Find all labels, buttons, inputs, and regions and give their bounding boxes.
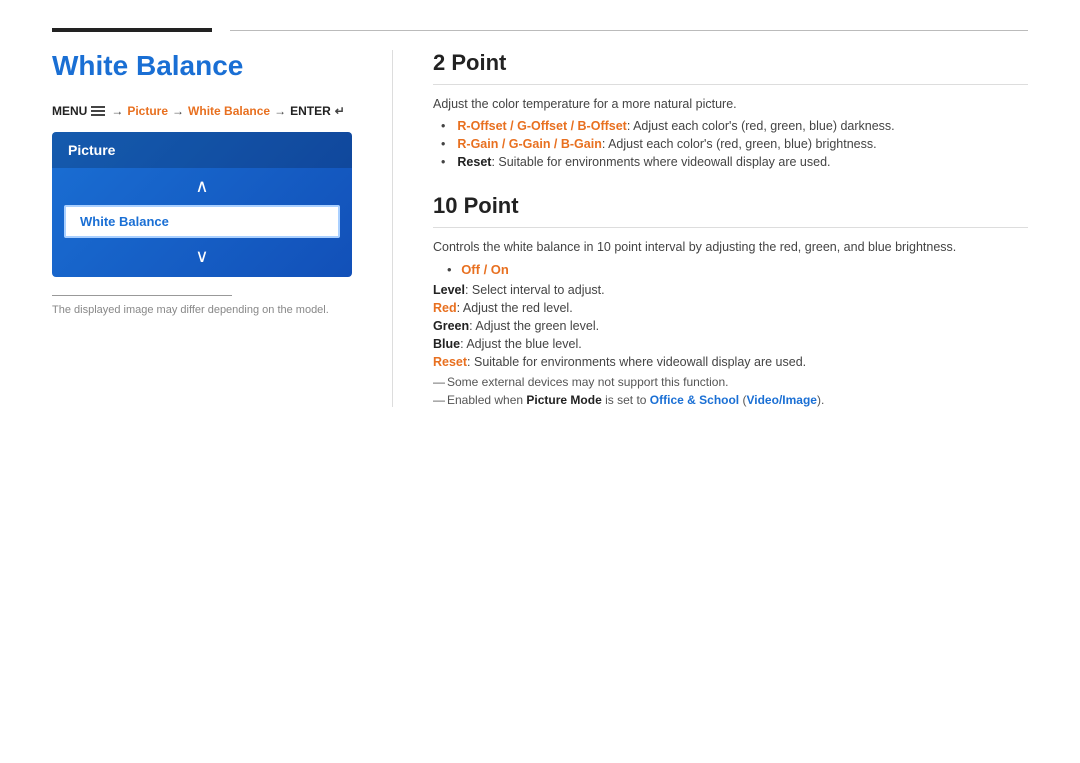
red-item: Red: Adjust the red level. <box>433 301 1028 315</box>
bullet-roffset: R-Offset / G-Offset / B-Offset: Adjust e… <box>441 119 1028 133</box>
blue-bold: Blue <box>433 337 460 351</box>
top-bar <box>0 0 1080 32</box>
reset1-bold: Reset <box>457 155 491 169</box>
section-2point-desc: Adjust the color temperature for a more … <box>433 97 1028 111</box>
note2-bold1: Picture Mode <box>526 393 601 407</box>
green-item: Green: Adjust the green level. <box>433 319 1028 333</box>
note2-mid: is set to <box>602 393 650 407</box>
menu-icon <box>91 106 105 116</box>
picture-widget-up[interactable]: ∧ <box>52 168 352 201</box>
page-title: White Balance <box>52 50 352 82</box>
picture-widget-header: Picture <box>52 132 352 168</box>
picture-widget: Picture ∧ White Balance ∨ <box>52 132 352 277</box>
disclaimer-text: The displayed image may differ depending… <box>52 304 352 316</box>
white-balance-link: White Balance <box>188 104 270 118</box>
arrow1: → <box>111 104 123 118</box>
disclaimer-line <box>52 295 232 296</box>
right-column: 2 Point Adjust the color temperature for… <box>392 50 1028 407</box>
roffset-rest: : Adjust each color's (red, green, blue)… <box>627 119 895 133</box>
top-bar-short-line <box>52 28 212 32</box>
picture-widget-selected-item: White Balance <box>64 205 340 238</box>
level-bold: Level <box>433 283 465 297</box>
note1: Some external devices may not support th… <box>433 375 1028 389</box>
section-2point: 2 Point Adjust the color temperature for… <box>433 50 1028 169</box>
main-layout: White Balance MENU → Picture → White Bal… <box>0 50 1080 407</box>
blue-rest: : Adjust the blue level. <box>460 337 582 351</box>
section-2point-title: 2 Point <box>433 50 1028 85</box>
reset2-bold: Reset <box>433 355 467 369</box>
off-on-bullet-dot: • <box>447 262 452 277</box>
note2: Enabled when Picture Mode is set to Offi… <box>433 393 1028 407</box>
green-rest: : Adjust the green level. <box>469 319 599 333</box>
section-10point: 10 Point Controls the white balance in 1… <box>433 193 1028 407</box>
top-bar-long-line <box>230 30 1028 31</box>
menu-label: MENU <box>52 104 87 118</box>
green-bold: Green <box>433 319 469 333</box>
section-10point-title: 10 Point <box>433 193 1028 228</box>
bullet-rgain: R-Gain / G-Gain / B-Gain: Adjust each co… <box>441 137 1028 151</box>
arrow3: → <box>274 104 286 118</box>
left-column: White Balance MENU → Picture → White Bal… <box>52 50 392 407</box>
bullet-reset1: Reset: Suitable for environments where v… <box>441 155 1028 169</box>
blue-item: Blue: Adjust the blue level. <box>433 337 1028 351</box>
level-rest: : Select interval to adjust. <box>465 283 605 297</box>
rgain-bold: R-Gain / G-Gain / B-Gain <box>457 137 601 151</box>
section-10point-desc: Controls the white balance in 10 point i… <box>433 240 1028 254</box>
menu-path: MENU → Picture → White Balance → ENTER ↵ <box>52 104 352 118</box>
red-bold: Red <box>433 301 457 315</box>
red-rest: : Adjust the red level. <box>457 301 573 315</box>
rgain-rest: : Adjust each color's (red, green, blue)… <box>602 137 877 151</box>
off-on-bullet-container: • Off / On <box>433 262 1028 277</box>
note2-paren-close: ). <box>817 393 824 407</box>
section-2point-bullets: R-Offset / G-Offset / B-Offset: Adjust e… <box>433 119 1028 169</box>
note2-bold3: Video/Image <box>746 393 816 407</box>
picture-widget-down[interactable]: ∨ <box>52 242 352 277</box>
enter-icon: ↵ <box>335 104 345 118</box>
chevron-up-icon[interactable]: ∧ <box>195 176 208 197</box>
reset2-rest: : Suitable for environments where videow… <box>467 355 806 369</box>
enter-label: ENTER <box>290 104 331 118</box>
level-item: Level: Select interval to adjust. <box>433 283 1028 297</box>
picture-link: Picture <box>127 104 168 118</box>
roffset-bold: R-Offset / G-Offset / B-Offset <box>457 119 626 133</box>
chevron-down-icon[interactable]: ∨ <box>195 246 208 267</box>
arrow2: → <box>172 104 184 118</box>
note2-before: Enabled when <box>447 393 526 407</box>
reset2-item: Reset: Suitable for environments where v… <box>433 355 1028 369</box>
note2-bold2: Office & School <box>650 393 739 407</box>
off-on-value: Off / On <box>461 262 509 277</box>
reset1-rest: : Suitable for environments where videow… <box>491 155 830 169</box>
